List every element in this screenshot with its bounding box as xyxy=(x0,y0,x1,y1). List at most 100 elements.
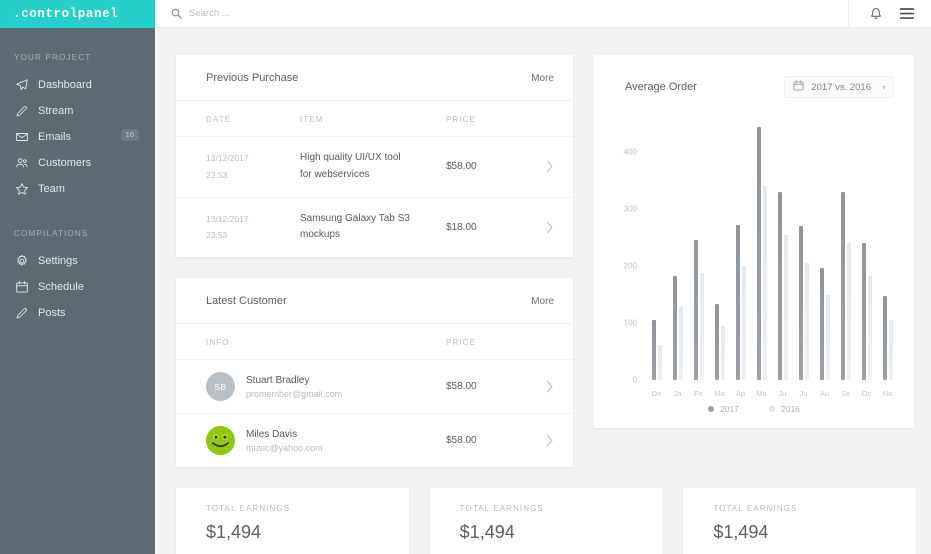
chart-legend: 2017 2016 xyxy=(594,404,914,414)
total-earnings-label: TOTAL EARNINGS xyxy=(713,504,798,514)
purchase-item: Samsung Galaxy Tab S3 mockups xyxy=(300,211,446,245)
chevron-right-icon[interactable] xyxy=(532,434,554,447)
sidebar-item-stream[interactable]: Stream xyxy=(0,98,155,124)
chart-bar-2017 xyxy=(861,243,866,380)
chart-bar-group: De xyxy=(646,118,667,398)
previous-purchase-rows: 13/12/2017 23:53 High quality UI/UX tool fo… xyxy=(176,137,573,257)
top-actions xyxy=(849,7,931,21)
chevron-right-icon[interactable] xyxy=(532,221,554,234)
purchase-date: 13/12/2017 23:53 xyxy=(206,150,300,183)
chart-y-tick-label: 0 xyxy=(632,375,637,385)
chart-legend-item[interactable]: 2016 xyxy=(769,404,800,414)
chart-x-tick-label: No xyxy=(882,389,893,398)
sidebar-section-title: YOUR PROJECT xyxy=(14,53,92,62)
purchase-time-value: 23:53 xyxy=(206,230,228,241)
chart-bar-2016 xyxy=(699,272,704,380)
chart-x-tick-label: Oc xyxy=(861,389,872,398)
chart-bar-group: Ju xyxy=(793,118,814,398)
chart-y-tick-label: 100 xyxy=(623,318,637,328)
chart-bar-2017 xyxy=(840,192,845,380)
search-input[interactable] xyxy=(189,8,509,19)
legend-swatch-icon xyxy=(708,406,715,412)
chart-bar-group: Ma xyxy=(709,118,730,398)
chevron-right-icon[interactable] xyxy=(532,160,554,173)
latest-customer-header: Latest Customer More xyxy=(176,278,573,325)
chart-bar-2016 xyxy=(762,186,767,380)
purchase-item-line1: Samsung Galaxy Tab S3 mockups xyxy=(300,212,410,241)
list-item[interactable]: Miles Davis music@yahoo.com $58.00 xyxy=(176,414,573,467)
chart-bar-2017 xyxy=(672,275,677,380)
chart-bar-2017 xyxy=(882,296,887,380)
latest-customer-title: Latest Customer xyxy=(206,295,287,308)
previous-purchase-more-link[interactable]: More xyxy=(531,73,554,84)
purchase-price: $58.00 xyxy=(446,161,477,173)
sidebar-item-label: Emails xyxy=(38,131,72,143)
column-header-info: INFO xyxy=(206,338,230,348)
search-container[interactable] xyxy=(155,0,849,28)
sidebar-item-customers[interactable]: Customers xyxy=(0,150,155,176)
chevron-right-icon[interactable] xyxy=(532,380,554,393)
chart-bar-2016 xyxy=(867,276,872,380)
previous-purchase-table-header: DATE ITEM PRICE xyxy=(176,101,573,137)
sidebar-item-emails[interactable]: Emails 16 xyxy=(0,124,155,150)
purchase-date-value: 13/12/2017 xyxy=(206,213,249,224)
sidebar-item-label: Settings xyxy=(38,255,78,267)
bell-icon[interactable] xyxy=(869,7,883,21)
table-row[interactable]: 13/12/2017 23:53 Samsung Galaxy Tab S3 moc… xyxy=(176,198,573,258)
purchase-time-value: 23:53 xyxy=(206,169,228,180)
chart-x-tick-label: Ju xyxy=(799,389,808,398)
avatar: SB xyxy=(206,372,235,402)
column-header-item: ITEM xyxy=(300,115,324,124)
list-item[interactable]: SB Stuart Bradley promember@gmail.com $58.0… xyxy=(176,360,573,415)
date-range-select[interactable]: 2017 vs. 2016 ▾ xyxy=(784,76,894,98)
date-range-label: 2017 vs. 2016 xyxy=(811,81,871,93)
chart-bar-group: Ja xyxy=(667,118,688,398)
calendar-icon xyxy=(14,280,29,295)
legend-label: 2016 xyxy=(781,404,800,414)
right-column: Average Order 2017 vs. 2016 ▾ 0 100 200 … xyxy=(594,55,914,428)
legend-label: 2017 xyxy=(720,404,739,414)
column-header-price: PRICE xyxy=(446,115,476,124)
chart-bars: De Ja Fe Ma Ap Ma Ju Ju Au Se Oc No xyxy=(646,118,898,398)
chart-bar-2017 xyxy=(651,320,656,380)
sidebar-item-list: Settings Schedule Posts xyxy=(0,248,155,326)
customer-name: Miles Davis xyxy=(246,428,298,440)
hamburger-menu-icon[interactable] xyxy=(899,7,915,20)
star-icon xyxy=(14,182,29,197)
average-order-header: Average Order 2017 vs. 2016 ▾ xyxy=(594,55,914,98)
chart-bar-group: Ap xyxy=(730,118,751,398)
sidebar-item-settings[interactable]: Settings xyxy=(0,248,155,274)
sidebar-item-posts[interactable]: Posts xyxy=(0,300,155,326)
chart-legend-item[interactable]: 2017 xyxy=(708,404,739,414)
purchase-price: $18.00 xyxy=(446,221,477,233)
calendar-icon xyxy=(793,78,804,96)
chart-bar-2016 xyxy=(804,263,809,380)
chart-bar-group: Oc xyxy=(856,118,877,398)
brand-name: .controlpanel xyxy=(13,7,119,21)
chart-bar-group: Fe xyxy=(688,118,709,398)
chart-bar-2016 xyxy=(741,266,746,380)
latest-customer-card: Latest Customer More INFO PRICE SB Stuart… xyxy=(176,278,573,468)
latest-customer-more-link[interactable]: More xyxy=(531,296,554,307)
chart-bar-group: Ma xyxy=(751,118,772,398)
pencil-icon xyxy=(14,104,29,119)
main-content: Previous Purchase More DATE ITEM PRICE 1… xyxy=(155,28,931,554)
sidebar-item-list: Dashboard Stream Emails 16 Customers Team xyxy=(0,72,155,202)
chart-bar-2017 xyxy=(693,240,698,380)
sidebar-item-badge: 16 xyxy=(120,129,139,141)
top-bar xyxy=(155,0,931,28)
chart-x-tick-label: Au xyxy=(819,389,830,398)
chart-bar-group: Ju xyxy=(772,118,793,398)
previous-purchase-card: Previous Purchase More DATE ITEM PRICE 1… xyxy=(176,55,573,258)
chart-bar-2016 xyxy=(720,326,725,380)
sidebar-item-dashboard[interactable]: Dashboard xyxy=(0,72,155,98)
sidebar-item-label: Schedule xyxy=(38,281,84,293)
brand-logo[interactable]: .controlpanel xyxy=(0,0,155,28)
sidebar-item-team[interactable]: Team xyxy=(0,176,155,202)
table-row[interactable]: 13/12/2017 23:53 High quality UI/UX tool fo… xyxy=(176,137,573,198)
sidebar-item-schedule[interactable]: Schedule xyxy=(0,274,155,300)
users-icon xyxy=(14,156,29,171)
column-header-spacer xyxy=(532,338,554,347)
avatar xyxy=(206,426,235,456)
chart-bar-2016 xyxy=(825,294,830,380)
